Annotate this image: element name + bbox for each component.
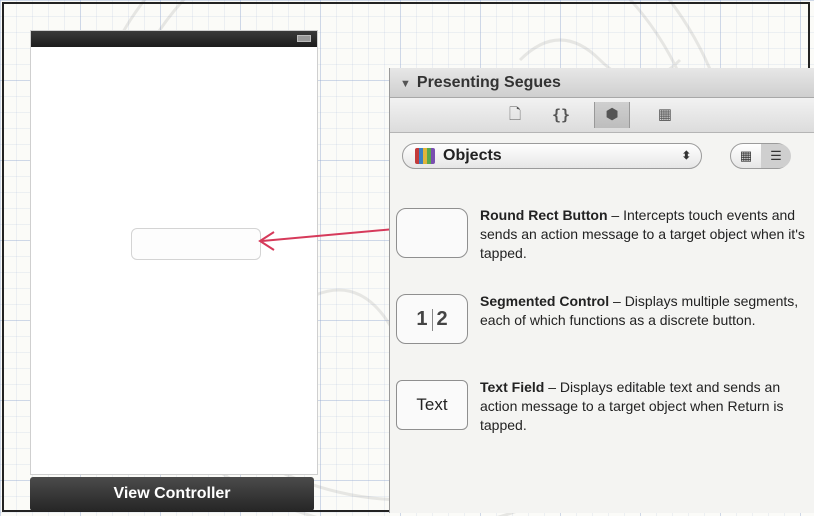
- list-view-icon[interactable]: ☰: [761, 144, 791, 168]
- library-item-title: Segmented Control: [480, 293, 610, 309]
- segment-divider: [431, 308, 433, 331]
- library-item-title: Text Field: [480, 379, 545, 395]
- text-field-thumbnail: Text: [396, 380, 468, 430]
- category-select[interactable]: Objects ⬍: [402, 143, 702, 169]
- library-item-text-field[interactable]: Text Text Field – Displays editable text…: [390, 374, 814, 464]
- object-library-panel: ▼ Presenting Segues 🗋 {} ⬢ ▦ Objects ⬍ ▦ …: [389, 68, 814, 513]
- library-item-title: Round Rect Button: [480, 207, 608, 223]
- status-bar: [31, 31, 317, 47]
- panel-header-title: Presenting Segues: [416, 74, 561, 91]
- segment-label: 2: [436, 308, 448, 330]
- disclosure-triangle-icon[interactable]: ▼: [400, 69, 411, 99]
- library-item-round-rect-button[interactable]: Round Rect Button – Intercepts touch eve…: [390, 202, 814, 292]
- category-select-label: Objects: [443, 147, 502, 164]
- library-tabbar: 🗋 {} ⬢ ▦: [390, 98, 814, 133]
- panel-header[interactable]: ▼ Presenting Segues: [390, 68, 814, 98]
- library-item-description: Segmented Control – Displays multiple se…: [480, 292, 810, 330]
- segmented-control-thumbnail: 12: [396, 294, 468, 344]
- segment-label: 1: [416, 308, 428, 330]
- library-item-description: Text Field – Displays editable text and …: [480, 378, 810, 435]
- code-snippet-icon[interactable]: {}: [544, 102, 578, 128]
- selector-row: Objects ⬍ ▦ ☰: [390, 132, 814, 180]
- library-item-description: Round Rect Button – Intercepts touch eve…: [480, 206, 810, 263]
- file-template-icon[interactable]: 🗋: [498, 102, 532, 128]
- library-item-segmented-control[interactable]: 12 Segmented Control – Displays multiple…: [390, 288, 814, 378]
- objects-icon: [415, 148, 435, 164]
- view-mode-toggle: ▦ ☰: [730, 143, 791, 169]
- view-controller-scene[interactable]: [30, 30, 318, 475]
- battery-icon: [297, 35, 311, 42]
- placed-round-rect-button[interactable]: [131, 228, 261, 260]
- grid-view-icon[interactable]: ▦: [731, 144, 762, 168]
- media-icon[interactable]: ▦: [648, 102, 682, 128]
- view-controller-label[interactable]: View Controller: [30, 477, 314, 511]
- round-rect-button-thumbnail: [396, 208, 468, 258]
- select-stepper-icon: ⬍: [681, 150, 691, 162]
- object-cube-icon[interactable]: ⬢: [594, 102, 630, 128]
